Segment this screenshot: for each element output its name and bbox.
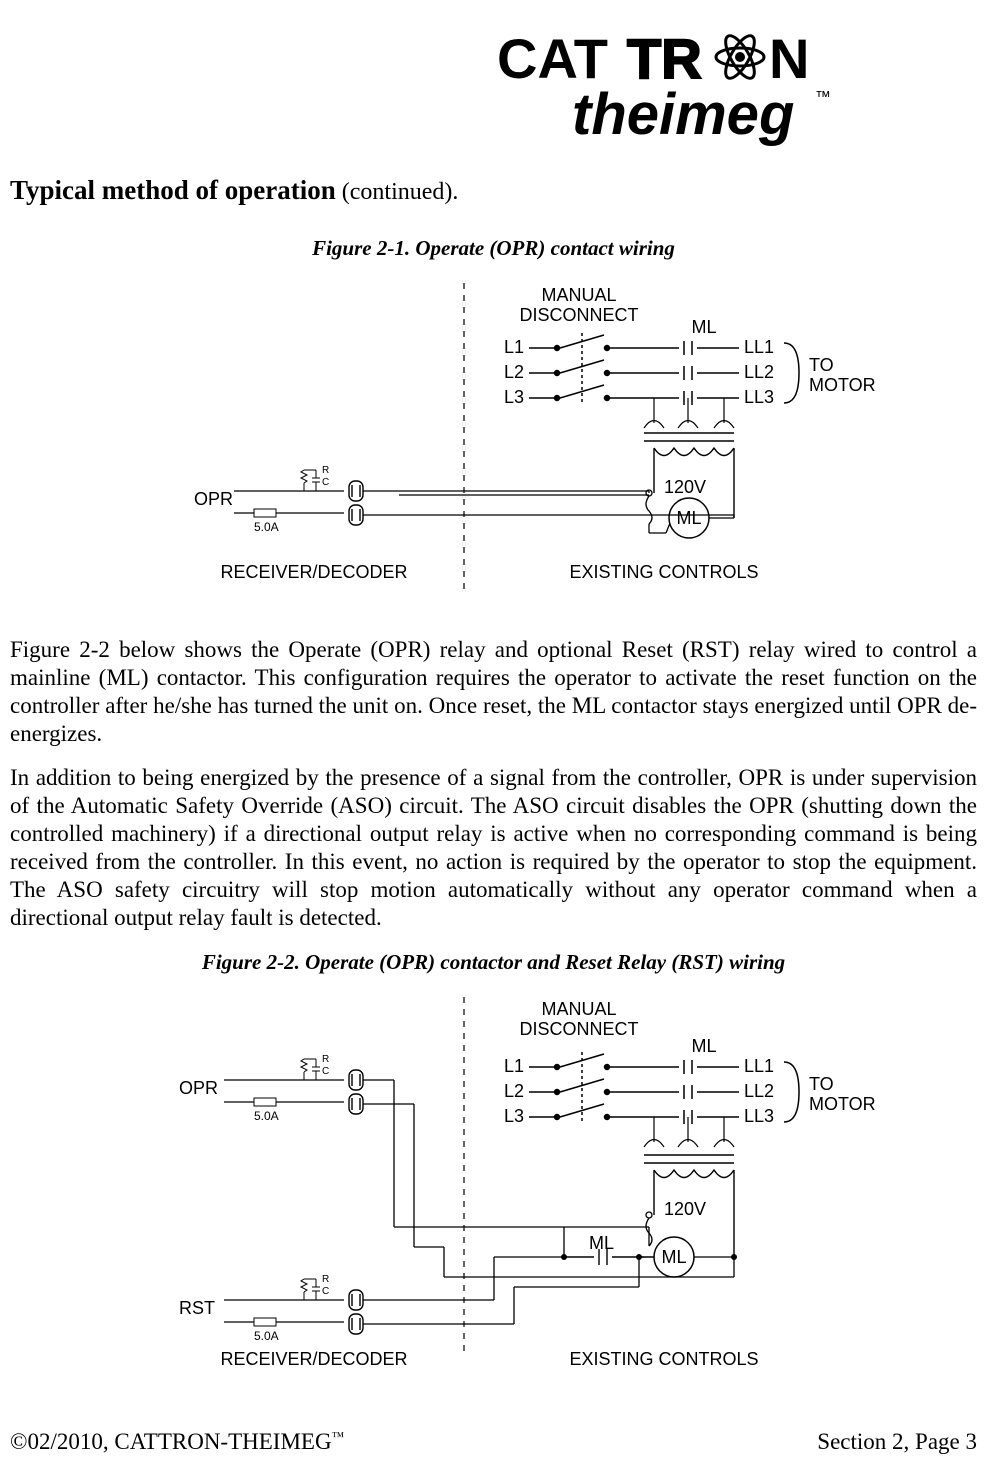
label-c-rst: C: [322, 1286, 329, 1297]
label-to-2: TO: [809, 1074, 834, 1094]
label-c-1: C: [322, 477, 329, 488]
logo-cat: CAT: [497, 30, 608, 90]
label-ml-2: ML: [691, 1036, 716, 1056]
logo-theimeg: theimeg: [572, 82, 794, 147]
label-l2: L2: [504, 362, 524, 382]
figure-2-1-caption: Figure 2-1. Operate (OPR) contact wiring: [10, 236, 977, 261]
logo-tr: TR: [627, 30, 702, 90]
logo-tm: ™: [815, 89, 831, 106]
label-120v-1: 120V: [664, 477, 706, 497]
figure-2-2-diagram: MANUAL DISCONNECT L1 L2 L3 ML: [10, 987, 977, 1392]
label-ml-contact: ML: [589, 1233, 614, 1253]
label-r-1: R: [322, 465, 329, 476]
label-fuse-rst: 5.0A: [254, 1329, 279, 1343]
label-ll3: LL3: [744, 387, 774, 407]
brand-logo: CAT TR N theimeg ™: [10, 30, 977, 155]
label-l1: L1: [504, 337, 524, 357]
label-existing-2: EXISTING CONTROLS: [569, 1349, 758, 1369]
label-motor: MOTOR: [809, 375, 876, 395]
label-opr-2: OPR: [179, 1078, 218, 1098]
footer-copyright: ©02/2010, CATTRON-THEIMEG™: [10, 1429, 344, 1455]
label-manual: MANUAL: [541, 285, 616, 305]
label-ml-coil-1: ML: [676, 508, 701, 528]
paragraph-1: Figure 2-2 below shows the Operate (OPR)…: [10, 636, 977, 748]
label-l3-2: L3: [504, 1106, 524, 1126]
label-ll2-2: LL2: [744, 1081, 774, 1101]
label-rst: RST: [179, 1298, 215, 1318]
label-ml-coil-2: ML: [661, 1247, 686, 1267]
label-manual-2: MANUAL: [541, 999, 616, 1019]
label-to: TO: [809, 355, 834, 375]
label-ll1: LL1: [744, 337, 774, 357]
figure-2-1-diagram: MANUAL DISCONNECT L1 L2 L3 ML: [10, 273, 977, 618]
label-120v-2: 120V: [664, 1199, 706, 1219]
atom-icon: [716, 32, 764, 83]
label-receiver-1: RECEIVER/DECODER: [220, 562, 407, 582]
heading-title: Typical method of operation: [10, 175, 336, 205]
label-receiver-2: RECEIVER/DECODER: [220, 1349, 407, 1369]
label-l2-2: L2: [504, 1081, 524, 1101]
label-disconnect-2: DISCONNECT: [519, 1019, 638, 1039]
label-disconnect: DISCONNECT: [519, 305, 638, 325]
label-r-opr: R: [322, 1054, 329, 1065]
logo-n: N: [769, 30, 809, 90]
label-opr-1: OPR: [194, 489, 233, 509]
label-fuse-1: 5.0A: [254, 520, 279, 534]
label-c-opr: C: [322, 1066, 329, 1077]
label-l3: L3: [504, 387, 524, 407]
label-existing-1: EXISTING CONTROLS: [569, 562, 758, 582]
label-ll3-2: LL3: [744, 1106, 774, 1126]
paragraph-2: In addition to being energized by the pr…: [10, 764, 977, 932]
footer-page: Section 2, Page 3: [817, 1429, 977, 1455]
section-heading: Typical method of operation (continued).: [10, 175, 977, 206]
label-ml: ML: [691, 317, 716, 337]
label-ll1-2: LL1: [744, 1056, 774, 1076]
figure-2-2-caption: Figure 2-2. Operate (OPR) contactor and …: [10, 950, 977, 975]
label-motor-2: MOTOR: [809, 1094, 876, 1114]
page-footer: ©02/2010, CATTRON-THEIMEG™ Section 2, Pa…: [10, 1429, 977, 1455]
label-l1-2: L1: [504, 1056, 524, 1076]
label-ll2: LL2: [744, 362, 774, 382]
label-r-rst: R: [322, 1274, 329, 1285]
label-fuse-opr: 5.0A: [254, 1109, 279, 1123]
heading-continued: (continued): [336, 179, 453, 205]
